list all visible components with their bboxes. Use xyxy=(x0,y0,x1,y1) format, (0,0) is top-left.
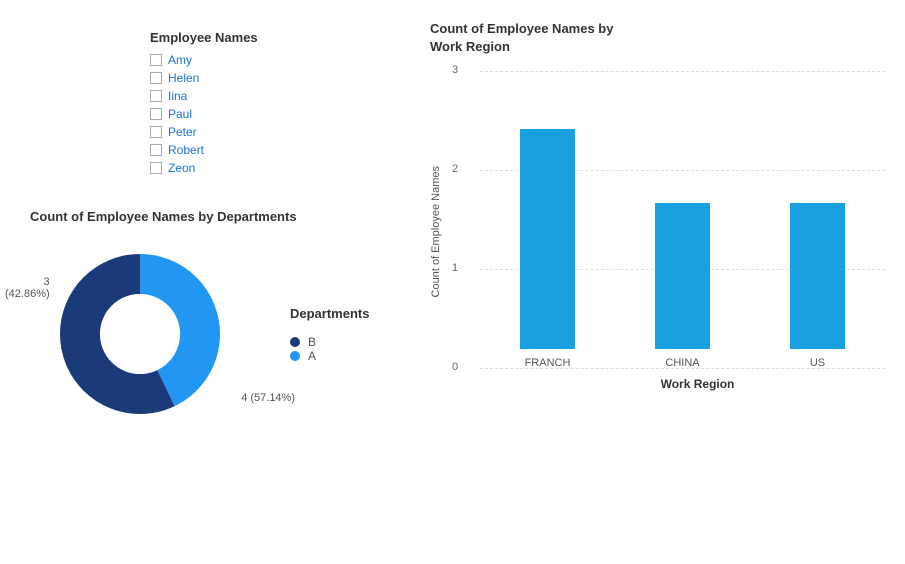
legend-item[interactable]: Robert xyxy=(150,143,390,157)
legend-item[interactable]: Paul xyxy=(150,107,390,121)
y-axis-label: Count of Employee Names xyxy=(430,166,442,297)
legend-checkbox[interactable] xyxy=(150,90,162,102)
grid-label-2: 2 xyxy=(452,163,458,175)
bar-chart-title: Count of Employee Names byWork Region xyxy=(430,20,885,56)
grid-label-0: 0 xyxy=(452,361,458,373)
bar-label-china: CHINA xyxy=(665,357,699,369)
legend-item-label: Zeon xyxy=(168,161,195,175)
bar-group-china: CHINA xyxy=(655,203,710,370)
donut-chart: 3(42.86%) 4 (57.14%) xyxy=(40,234,240,434)
legend-item[interactable]: Amy xyxy=(150,53,390,67)
legend-checkbox[interactable] xyxy=(150,72,162,84)
legend-item[interactable]: Helen xyxy=(150,71,390,85)
dept-item-label: A xyxy=(308,349,316,363)
legend-item[interactable]: Zeon xyxy=(150,161,390,175)
legend-item-label: Amy xyxy=(168,53,192,67)
employee-names-legend: Employee Names Amy Helen Iina Paul Peter Robe… xyxy=(130,20,410,189)
legend-item-label: Paul xyxy=(168,107,192,121)
legend-checkbox[interactable] xyxy=(150,144,162,156)
bar-franch xyxy=(520,129,575,349)
legend-checkbox[interactable] xyxy=(150,162,162,174)
donut-section: Count of Employee Names by Departments xyxy=(30,209,410,434)
dept-legend-item: A xyxy=(290,349,369,363)
right-panel: Count of Employee Names byWork Region Co… xyxy=(420,0,905,564)
bar-us xyxy=(790,203,845,350)
dept-dot xyxy=(290,337,300,347)
bars-and-grid: 3 2 1 0 xyxy=(450,71,885,369)
donut-hole xyxy=(100,294,180,374)
legend-checkbox[interactable] xyxy=(150,126,162,138)
dept-legend: Departments BA xyxy=(290,306,369,363)
dashboard: Employee Names Amy Helen Iina Paul Peter Robe… xyxy=(0,0,905,564)
dept-legend-items: BA xyxy=(290,335,369,363)
legend-checkbox[interactable] xyxy=(150,108,162,120)
legend-item[interactable]: Peter xyxy=(150,125,390,139)
bar-chart-area: Count of Employee Names 3 2 1 xyxy=(430,71,885,391)
legend-checkbox[interactable] xyxy=(150,54,162,66)
donut-chart-title: Count of Employee Names by Departments xyxy=(30,209,410,224)
dept-dot xyxy=(290,351,300,361)
donut-container: 3(42.86%) 4 (57.14%) Departments BA xyxy=(40,234,410,434)
legend-item-label: Robert xyxy=(168,143,204,157)
grid-label-1: 1 xyxy=(452,262,458,274)
bar-label-franch: FRANCH xyxy=(525,357,571,369)
bar-chart-inner: 3 2 1 0 xyxy=(450,71,885,391)
donut-label-bottom: 4 (57.14%) xyxy=(241,392,295,404)
bar-china xyxy=(655,203,710,350)
left-panel: Employee Names Amy Helen Iina Paul Peter Robe… xyxy=(0,0,420,564)
legend-item-label: Iina xyxy=(168,89,187,103)
dept-legend-title: Departments xyxy=(290,306,369,321)
legend-item-label: Peter xyxy=(168,125,197,139)
legend-items: Amy Helen Iina Paul Peter Robert Zeon xyxy=(150,53,390,175)
dept-legend-item: B xyxy=(290,335,369,349)
donut-label-top: 3(42.86%) xyxy=(5,276,50,300)
x-axis-title: Work Region xyxy=(510,377,885,391)
bar-group-us: US xyxy=(790,203,845,370)
grid-label-3: 3 xyxy=(452,64,458,76)
dept-item-label: B xyxy=(308,335,316,349)
legend-title: Employee Names xyxy=(150,30,390,45)
bars-row: FRANCH CHINA US xyxy=(480,71,885,369)
legend-item[interactable]: Iina xyxy=(150,89,390,103)
legend-item-label: Helen xyxy=(168,71,199,85)
bar-label-us: US xyxy=(810,357,825,369)
bar-group-franch: FRANCH xyxy=(520,129,575,369)
donut-svg xyxy=(40,234,240,434)
